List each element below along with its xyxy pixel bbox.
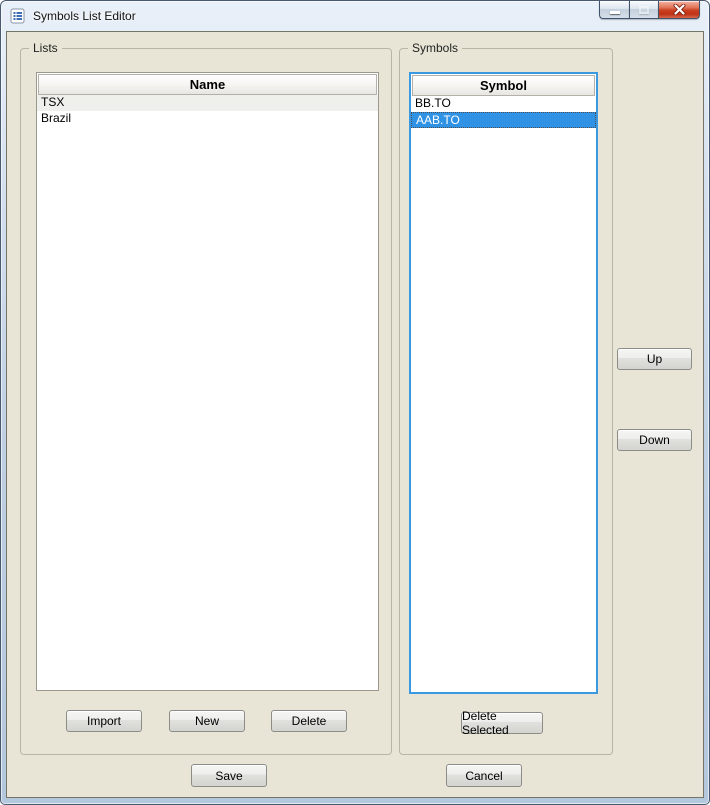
symbols-list-editor-window: Symbols List Editor Lists Name TSX Brazi… [0, 0, 710, 805]
minimize-button[interactable] [599, 1, 629, 19]
close-button[interactable] [658, 1, 700, 19]
symbol-row-aabto[interactable]: AAB.TO [411, 112, 596, 128]
symbols-group-label: Symbols [408, 41, 462, 56]
new-button[interactable]: New [169, 710, 245, 732]
minimize-icon [610, 11, 620, 14]
delete-selected-button[interactable]: Delete Selected [461, 712, 543, 734]
symbols-groupbox: Symbols Symbol BB.TO AAB.TO Delete Selec… [399, 48, 613, 755]
lists-table[interactable]: Name TSX Brazil [36, 72, 379, 691]
app-list-icon [10, 8, 26, 24]
lists-table-header[interactable]: Name [38, 74, 377, 95]
window-title: Symbols List Editor [33, 9, 136, 23]
dialog-body: Lists Name TSX Brazil Import New Delete … [6, 31, 704, 798]
list-row-brazil[interactable]: Brazil [37, 111, 378, 127]
symbols-table-header[interactable]: Symbol [412, 75, 595, 96]
symbols-table[interactable]: Symbol BB.TO AAB.TO [409, 72, 598, 694]
down-button[interactable]: Down [617, 429, 692, 451]
close-icon [673, 4, 686, 15]
window-controls [599, 1, 700, 19]
cancel-button[interactable]: Cancel [446, 764, 522, 787]
save-button[interactable]: Save [191, 764, 267, 787]
maximize-icon [639, 6, 649, 14]
import-button[interactable]: Import [66, 710, 142, 732]
lists-group-label: Lists [29, 41, 62, 56]
lists-groupbox: Lists Name TSX Brazil Import New Delete [20, 48, 392, 755]
list-row-tsx[interactable]: TSX [37, 95, 378, 111]
up-button[interactable]: Up [617, 348, 692, 370]
delete-button[interactable]: Delete [271, 710, 347, 732]
maximize-button[interactable] [629, 1, 658, 19]
symbol-row-bbto[interactable]: BB.TO [411, 96, 596, 112]
